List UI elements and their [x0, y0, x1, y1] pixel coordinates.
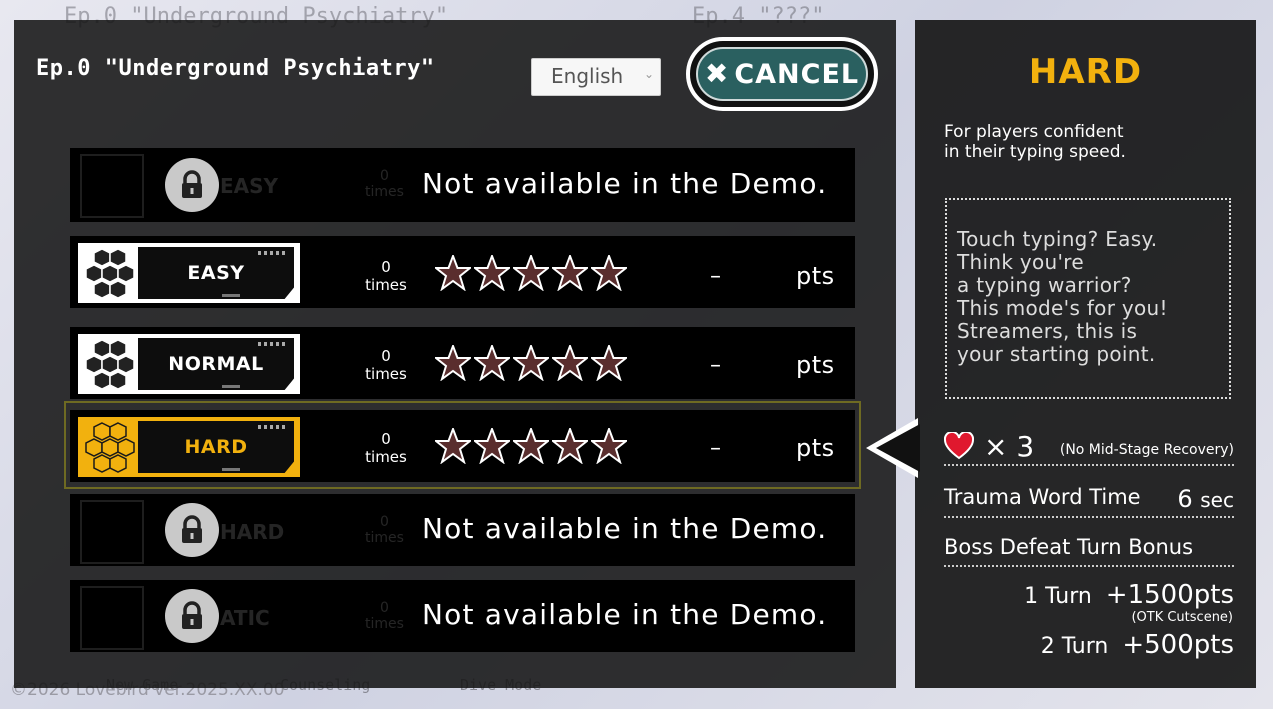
hexagon-icon	[85, 248, 135, 299]
trauma-label: Trauma Word Time	[944, 485, 1141, 509]
otk-note: (OTK Cutscene)	[1131, 610, 1233, 625]
star-rating	[435, 345, 627, 381]
hexagon-icon	[85, 339, 135, 390]
lives-count: × 3	[984, 430, 1035, 463]
difficulty-badge-normal: NORMAL	[78, 334, 300, 394]
boss-bonus-row: Boss Defeat Turn Bonus	[944, 535, 1234, 567]
cancel-button[interactable]: ✖ CANCEL	[686, 37, 878, 111]
not-available-message: Not available in the Demo.	[422, 512, 828, 545]
hexagon-icon	[80, 500, 144, 564]
star-icon	[474, 255, 510, 291]
star-icon	[513, 255, 549, 291]
cancel-label: CANCEL	[734, 58, 860, 90]
bonus-two-turn: 2 Turn +500pts	[1040, 630, 1234, 660]
difficulty-row-very-easy[interactable]: EASY 0 times Not available in the Demo.	[70, 148, 855, 222]
badge-tick	[222, 385, 240, 388]
difficulty-label: HARD	[220, 520, 285, 544]
info-description: Touch typing? Easy. Think you're a typin…	[945, 198, 1231, 399]
play-count: 0 times	[365, 600, 404, 632]
lock-icon	[165, 503, 219, 557]
play-count: 0 times	[365, 514, 404, 546]
trauma-value: 6 sec	[1177, 485, 1234, 513]
hexagon-icon	[80, 154, 144, 218]
play-count: 0 times	[365, 258, 407, 294]
cancel-button-face: ✖ CANCEL	[696, 47, 868, 101]
not-available-message: Not available in the Demo.	[422, 598, 828, 631]
badge-stripes	[258, 342, 286, 346]
info-subtitle: For players confident in their typing sp…	[944, 122, 1126, 162]
boss-bonus-label: Boss Defeat Turn Bonus	[944, 535, 1194, 559]
best-score: –	[710, 264, 721, 289]
badge-stripes	[258, 251, 286, 255]
star-icon	[591, 345, 627, 381]
star-icon	[552, 345, 588, 381]
chevron-down-icon: ⌄	[643, 67, 654, 81]
star-icon	[513, 345, 549, 381]
star-rating	[435, 255, 627, 291]
trauma-word-time-row: Trauma Word Time 6 sec	[944, 485, 1234, 518]
heart-icon	[944, 432, 974, 460]
language-select[interactable]: English ⌄	[531, 58, 661, 96]
star-icon	[591, 255, 627, 291]
difficulty-badge-easy: EASY	[78, 243, 300, 303]
difficulty-row-very-hard[interactable]: HARD 0 times Not available in the Demo.	[70, 494, 855, 566]
badge-tick	[222, 294, 240, 297]
difficulty-label: EASY	[220, 174, 279, 198]
not-available-message: Not available in the Demo.	[422, 167, 828, 200]
selection-frame	[64, 401, 861, 489]
pts-unit: pts	[796, 262, 835, 290]
pts-unit: pts	[796, 351, 835, 379]
episode-title: Ep.0 "Underground Psychiatry"	[36, 56, 435, 81]
close-icon: ✖	[704, 57, 729, 90]
play-count: 0 times	[365, 168, 404, 200]
hexagon-icon	[80, 586, 144, 650]
lives-note: (No Mid-Stage Recovery)	[1059, 442, 1234, 458]
play-count: 0 times	[365, 347, 407, 383]
difficulty-row-lunatic[interactable]: ATIC 0 times Not available in the Demo.	[70, 580, 855, 652]
bonus-one-turn: 1 Turn +1500pts	[1024, 580, 1234, 610]
difficulty-row-easy[interactable]: EASY 0 times – pts	[70, 236, 855, 308]
lives-row: × 3 (No Mid-Stage Recovery)	[944, 430, 1234, 466]
star-icon	[435, 255, 471, 291]
star-icon	[552, 255, 588, 291]
best-score: –	[710, 353, 721, 378]
language-value: English	[551, 64, 624, 88]
lock-icon	[165, 589, 219, 643]
star-icon	[435, 345, 471, 381]
lock-icon	[165, 158, 219, 212]
selection-pointer-fill	[876, 424, 920, 472]
star-icon	[474, 345, 510, 381]
info-title: HARD	[1028, 52, 1143, 92]
difficulty-row-normal[interactable]: NORMAL 0 times – pts	[70, 327, 855, 399]
difficulty-label: ATIC	[220, 606, 270, 630]
